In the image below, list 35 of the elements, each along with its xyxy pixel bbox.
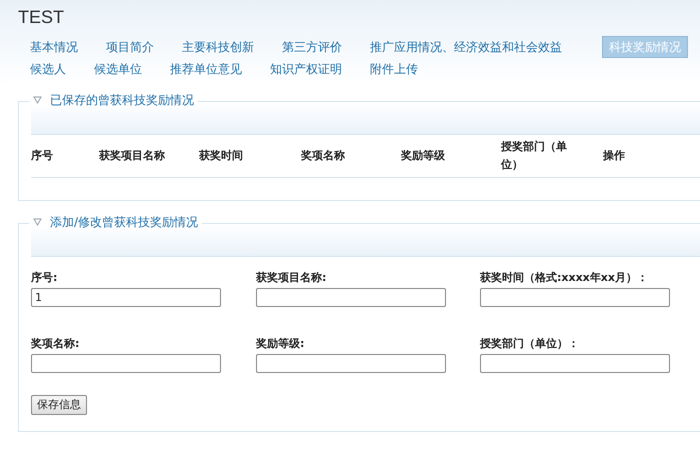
save-button[interactable]: 保存信息 [31,395,87,415]
triangle-icon[interactable] [33,218,42,226]
tab[interactable]: 附件上传 [364,60,424,78]
section-title: 已保存的曾获科技奖励情况 [50,94,194,106]
tab[interactable]: 知识产权证明 [264,60,348,78]
column-header: 奖项名称 [301,148,345,164]
input-field[interactable] [480,288,670,307]
column-header: 序号 [31,148,53,164]
tab[interactable]: 候选单位 [88,60,148,78]
input-field[interactable]: 1 [31,288,221,307]
field-label: 获奖时间（格式:xxxx年xx月）： [480,271,648,285]
tab[interactable]: 推广应用情况、经济效益和社会效益 [364,38,568,56]
tab[interactable]: 基本情况 [24,38,84,56]
column-header: 获奖时间 [199,148,243,164]
input-field[interactable] [256,354,446,373]
field-label: 奖项名称: [31,337,80,351]
column-header: 奖励等级 [401,148,445,164]
column-header: 操作 [603,148,625,164]
tab[interactable]: 第三方评价 [276,38,348,56]
page-title: TEST [18,6,64,28]
tab[interactable]: 推荐单位意见 [164,60,248,78]
input-field[interactable] [256,288,446,307]
field-label: 奖励等级: [256,337,304,351]
tab[interactable]: 候选人 [24,60,72,78]
triangle-icon[interactable] [33,96,42,104]
field-label: 授奖部门（单位）： [480,337,579,351]
field-label: 获奖项目名称: [256,271,326,285]
column-header: 授奖部门（单位） [501,139,568,173]
tab[interactable]: 主要科技创新 [176,38,260,56]
column-header: 获奖项目名称 [99,148,165,164]
input-field[interactable] [480,354,670,373]
field-label: 序号: [31,271,58,285]
section-title: 添加/修改曾获科技奖励情况 [50,216,198,228]
input-field[interactable] [31,354,221,373]
tab[interactable]: 项目简介 [100,38,160,56]
